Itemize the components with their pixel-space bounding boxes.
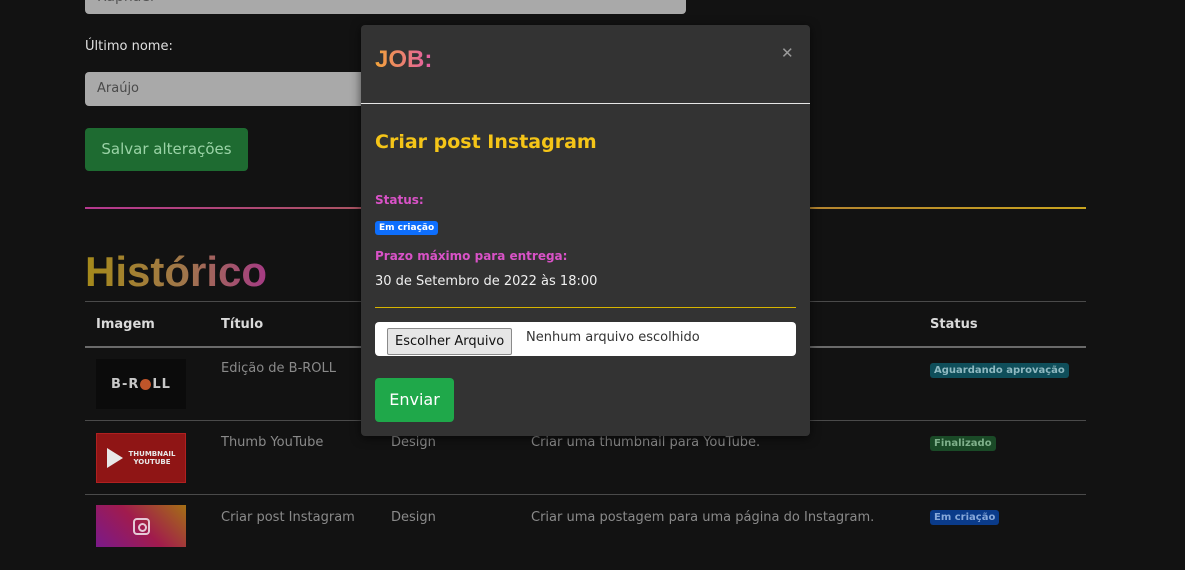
row-thumbnail-youtube: THUMBNAIL YOUTUBE: [96, 433, 186, 483]
row-category: Design: [391, 435, 436, 450]
row-thumbnail-broll: B-R LL: [96, 359, 186, 409]
row-description: Criar uma thumbnail para YouTube.: [531, 435, 761, 450]
row-category: Design: [391, 510, 436, 525]
row-divider: [85, 494, 1086, 495]
file-status-text: Nenhum arquivo escolhido: [526, 330, 700, 345]
circle-icon: [140, 378, 152, 390]
first-name-input[interactable]: Raphael: [85, 0, 686, 14]
column-header-image: Imagem: [96, 317, 155, 332]
play-icon: [106, 448, 123, 468]
column-header-title: Título: [221, 317, 264, 332]
deadline-value: 30 de Setembro de 2022 às 18:00: [375, 274, 598, 289]
save-changes-button[interactable]: Salvar alterações: [85, 128, 248, 171]
row-title: Thumb YouTube: [221, 435, 324, 450]
row-description: Criar uma postagem para uma página do In…: [531, 510, 875, 525]
row-title: Edição de B-ROLL: [221, 361, 337, 376]
status-label: Status:: [375, 193, 424, 207]
modal-header-divider: [361, 103, 810, 104]
modal-divider: [375, 307, 796, 308]
close-icon[interactable]: ✕: [781, 44, 794, 62]
file-input[interactable]: Escolher Arquivo Nenhum arquivo escolhid…: [375, 322, 796, 356]
modal-title: JOB:: [375, 46, 433, 73]
job-modal: JOB: ✕ Criar post Instagram Status: Em c…: [361, 25, 810, 436]
choose-file-button[interactable]: Escolher Arquivo: [387, 328, 513, 355]
history-title: Histórico: [85, 246, 267, 298]
job-name: Criar post Instagram: [375, 131, 597, 153]
last-name-label: Último nome:: [85, 39, 173, 54]
status-badge: Em criação: [375, 221, 439, 235]
status-badge: Finalizado: [930, 436, 996, 451]
row-thumbnail-instagram: [96, 505, 186, 547]
instagram-icon: [132, 517, 150, 535]
status-badge: Em criação: [930, 510, 1000, 525]
row-title: Criar post Instagram: [221, 510, 355, 525]
deadline-label: Prazo máximo para entrega:: [375, 249, 568, 263]
submit-button[interactable]: Enviar: [375, 378, 454, 422]
status-badge: Aguardando aprovação: [930, 363, 1069, 378]
thumbnail-caption: THUMBNAIL YOUTUBE: [128, 450, 176, 466]
column-header-status: Status: [930, 317, 978, 332]
